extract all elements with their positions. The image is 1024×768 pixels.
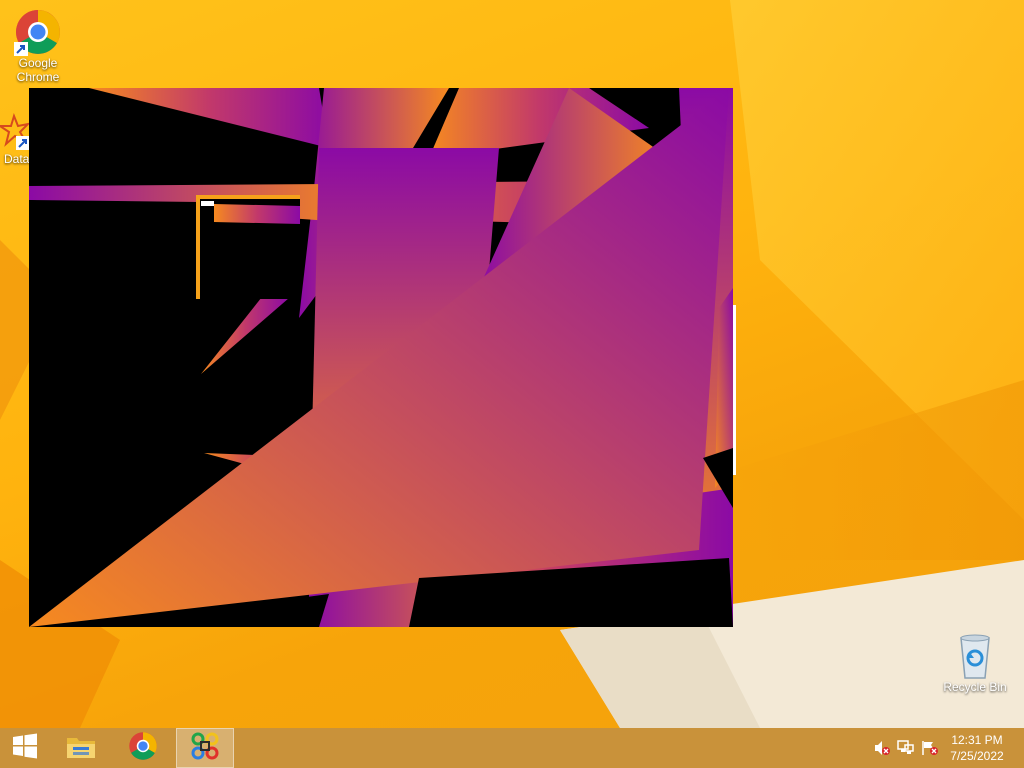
data-app-icon <box>0 112 32 160</box>
desktop: Google Chrome Data Recycle Bin <box>0 0 1024 728</box>
desktop-icon-recycle-bin[interactable]: Recycle Bin <box>937 632 1013 694</box>
cursor-marker <box>201 201 214 206</box>
app-icon <box>189 730 221 767</box>
scrollbar-thumb[interactable] <box>733 305 736 475</box>
desktop-icon-chrome[interactable]: Google Chrome <box>0 8 76 84</box>
shortcut-arrow-icon <box>14 42 28 56</box>
shortcut-arrow-icon <box>16 136 30 150</box>
system-clock[interactable]: 12:31 PM 7/25/2022 <box>942 732 1012 764</box>
taskbar: 12:31 PM 7/25/2022 <box>0 728 1024 768</box>
start-icon <box>12 733 38 764</box>
network-icon[interactable] <box>897 740 915 756</box>
desktop-icon-label: Google Chrome <box>16 56 60 84</box>
inner-panel-border-left <box>196 195 200 299</box>
app-window[interactable] <box>29 88 733 627</box>
desktop-icon-label: Recycle Bin <box>943 680 1007 694</box>
chrome-taskbar-button[interactable] <box>114 728 172 768</box>
file-explorer-icon <box>65 732 97 765</box>
start-button[interactable] <box>0 728 50 768</box>
active-app-taskbar-button[interactable] <box>176 728 234 768</box>
app-canvas[interactable] <box>29 88 733 627</box>
clock-date: 7/25/2022 <box>950 749 1004 763</box>
volume-muted-icon[interactable] <box>873 740 891 756</box>
chrome-icon <box>128 731 158 766</box>
inner-panel-border-top <box>196 195 300 199</box>
chrome-icon <box>14 8 62 56</box>
clock-time: 12:31 PM <box>951 733 1003 747</box>
file-explorer-button[interactable] <box>52 728 110 768</box>
action-center-flag-icon[interactable] <box>921 740 939 756</box>
recycle-bin-icon <box>951 632 999 680</box>
